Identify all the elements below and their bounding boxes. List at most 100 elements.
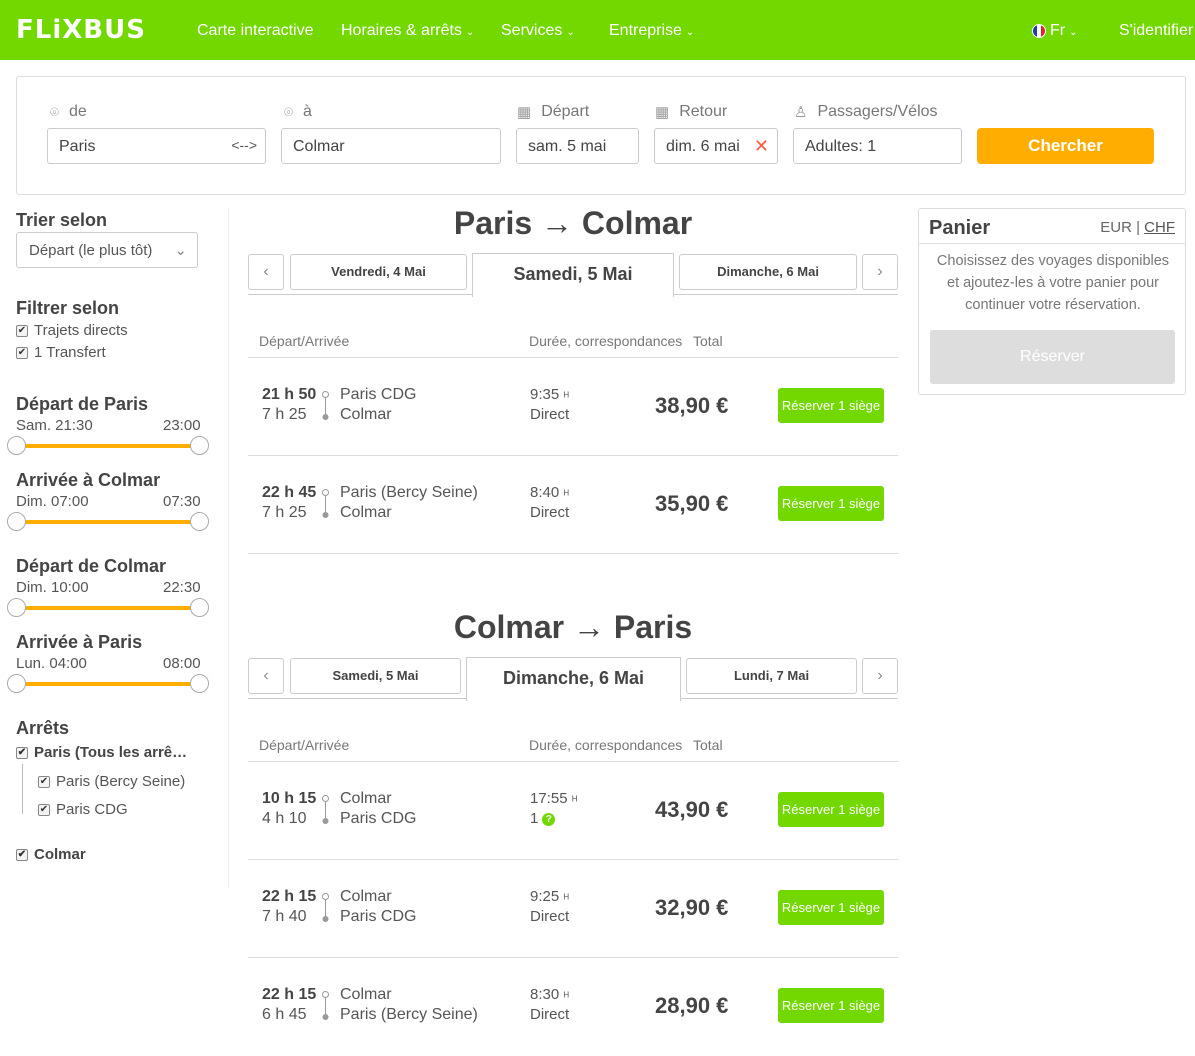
stop-colmar[interactable]: ✔ Colmar xyxy=(16,846,86,863)
trip-row: 21 h 50 7 h 25 Paris CDG Colmar 9:35 H D… xyxy=(248,358,898,456)
col-duree: Durée, correspondances xyxy=(529,737,683,753)
france-flag-icon xyxy=(1032,24,1046,38)
book-seat-button[interactable]: Réserver 1 siège xyxy=(778,388,884,423)
nav-entreprise[interactable]: Entreprise ⌄ xyxy=(609,22,694,40)
slider-handle[interactable] xyxy=(190,436,209,455)
book-seat-button[interactable]: Réserver 1 siège xyxy=(778,988,884,1023)
hour-unit: H xyxy=(563,488,570,498)
cart-title: Panier xyxy=(929,217,991,239)
connection-type: Direct xyxy=(530,504,570,521)
checkbox-icon[interactable]: ✔ xyxy=(38,803,50,816)
currency-chf[interactable]: CHF xyxy=(1144,219,1175,236)
duration: 8:40 H xyxy=(530,484,570,501)
sort-title: Trier selon xyxy=(16,210,108,230)
currency-switch: EUR | CHF xyxy=(1100,219,1175,236)
flixbus-logo[interactable]: FLiXBUS xyxy=(16,15,146,45)
to-station: Colmar xyxy=(340,406,392,423)
tab-active-day[interactable]: Dimanche, 6 Mai xyxy=(466,657,681,701)
slider-handle[interactable] xyxy=(7,512,26,531)
tab-next-day[interactable]: Dimanche, 6 Mai xyxy=(679,254,857,290)
stop-paris-all[interactable]: ✔ Paris (Tous les arrê… xyxy=(16,744,187,761)
from-station: Colmar xyxy=(340,790,392,807)
range-slider xyxy=(7,674,209,693)
next-day-arrow[interactable]: › xyxy=(862,658,898,694)
from-station: Colmar xyxy=(340,986,392,1003)
reserve-button[interactable]: Réserver xyxy=(930,330,1175,384)
connection-type: Direct xyxy=(530,406,570,423)
close-icon[interactable]: ✕ xyxy=(754,136,769,157)
price: 32,90 € xyxy=(655,895,729,920)
login-link[interactable]: S'identifier xyxy=(1119,22,1193,40)
trip-row: 22 h 15 6 h 45 Colmar Paris (Bercy Seine… xyxy=(248,958,898,1056)
col-depart-arrivee: Départ/Arrivée xyxy=(259,737,350,753)
chevron-down-icon: ⌄ xyxy=(465,26,475,38)
tab-active-day[interactable]: Samedi, 5 Mai xyxy=(472,253,674,297)
top-nav-bar: FLiXBUS Carte interactive Horaires & arr… xyxy=(0,0,1195,60)
hour-unit: H xyxy=(563,892,570,902)
from-input[interactable]: Paris <--> xyxy=(47,128,266,164)
duration: 8:30 H xyxy=(530,986,570,1003)
tab-prev-day[interactable]: Samedi, 5 Mai xyxy=(290,658,461,694)
slider-handle[interactable] xyxy=(190,512,209,531)
checkbox-icon[interactable]: ✔ xyxy=(38,775,50,788)
route-line-icon xyxy=(322,795,329,824)
slider-handle[interactable] xyxy=(7,436,26,455)
checkbox-icon[interactable]: ✔ xyxy=(16,746,28,759)
travel-duration: 7 h 40 xyxy=(262,908,307,925)
help-icon[interactable]: ? xyxy=(542,812,556,826)
connection-type: Direct xyxy=(530,908,570,925)
currency-separator: | xyxy=(1136,219,1140,236)
return-date-input[interactable]: dim. 6 mai ✕ xyxy=(654,128,778,164)
person-icon: ♙ xyxy=(794,104,808,121)
route-line-icon xyxy=(322,991,329,1020)
sort-select[interactable]: Départ (le plus tôt) ⌄ xyxy=(16,232,198,268)
passengers-input[interactable]: Adultes: 1 xyxy=(793,128,962,164)
next-day-arrow[interactable]: › xyxy=(862,254,898,290)
duration: 17:55 H xyxy=(530,790,578,807)
slider-handle[interactable] xyxy=(190,674,209,693)
stop-paris-bercy[interactable]: ✔ Paris (Bercy Seine) xyxy=(38,773,185,790)
book-seat-button[interactable]: Réserver 1 siège xyxy=(778,486,884,521)
nav-services[interactable]: Services ⌄ xyxy=(501,22,575,40)
to-station: Colmar xyxy=(340,504,392,521)
search-button[interactable]: Chercher xyxy=(977,128,1154,164)
tab-next-day[interactable]: Lundi, 7 Mai xyxy=(686,658,857,694)
col-total: Total xyxy=(693,737,723,753)
to-station: Paris CDG xyxy=(340,810,417,827)
range-min: Dim. 07:00 xyxy=(16,493,89,510)
tree-line xyxy=(22,764,36,814)
book-seat-button[interactable]: Réserver 1 siège xyxy=(778,890,884,925)
language-selector[interactable]: Fr ⌄ xyxy=(1032,22,1078,40)
divider xyxy=(228,208,229,888)
route-title: Colmar → Paris xyxy=(453,609,693,645)
checkbox-icon[interactable]: ✔ xyxy=(16,848,28,861)
nav-carte-interactive[interactable]: Carte interactive xyxy=(197,22,314,40)
filter-transfer[interactable]: ✔ 1 Transfert xyxy=(16,344,106,361)
checkbox-icon[interactable]: ✔ xyxy=(16,324,28,337)
departure-time: 21 h 50 xyxy=(262,386,317,403)
cart-panel: Panier EUR | CHF Choisissez des voyages … xyxy=(918,208,1186,395)
nav-horaires-arrets[interactable]: Horaires & arrêts ⌄ xyxy=(341,22,474,40)
currency-eur[interactable]: EUR xyxy=(1100,219,1132,236)
slider-handle[interactable] xyxy=(7,674,26,693)
route-line-icon xyxy=(322,489,329,518)
swap-icon[interactable]: <--> xyxy=(231,137,257,153)
prev-day-arrow[interactable]: ‹ xyxy=(248,254,284,290)
travel-duration: 7 h 25 xyxy=(262,406,307,423)
filter-direct[interactable]: ✔ Trajets directs xyxy=(16,322,128,339)
tab-prev-day[interactable]: Vendredi, 4 Mai xyxy=(290,254,467,290)
depart-label: ▦ Départ xyxy=(517,103,590,121)
slider-handle[interactable] xyxy=(190,598,209,617)
book-seat-button[interactable]: Réserver 1 siège xyxy=(778,792,884,827)
stop-paris-cdg[interactable]: ✔ Paris CDG xyxy=(38,801,128,818)
range-slider xyxy=(7,598,209,617)
checkbox-icon[interactable]: ✔ xyxy=(16,346,28,359)
slider-handle[interactable] xyxy=(7,598,26,617)
depart-date-input[interactable]: sam. 5 mai xyxy=(516,128,639,164)
to-input[interactable]: Colmar xyxy=(281,128,501,164)
departure-time: 22 h 15 xyxy=(262,986,317,1003)
prev-day-arrow[interactable]: ‹ xyxy=(248,658,284,694)
range-max: 23:00 xyxy=(163,417,201,434)
location-pin-icon: ⌾ xyxy=(284,103,294,121)
range-slider xyxy=(7,512,209,531)
